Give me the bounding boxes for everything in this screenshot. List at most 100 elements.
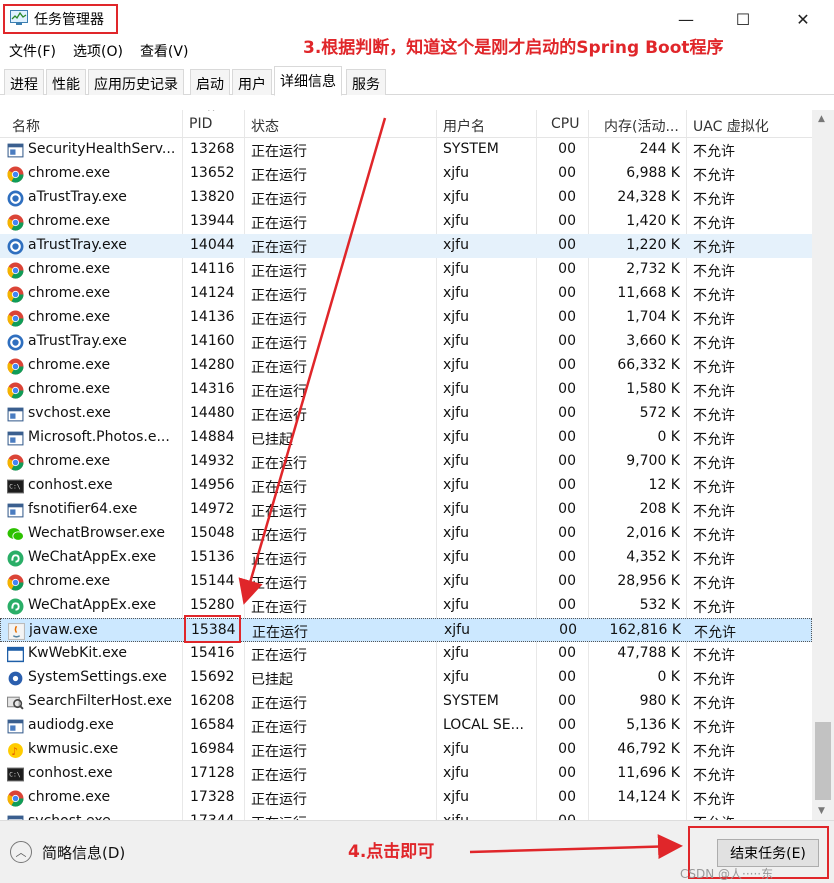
process-name: chrome.exe bbox=[28, 357, 111, 373]
table-row[interactable]: SystemSettings.exe 15692 已挂起 xjfu 00 0 K 不允许 bbox=[0, 666, 812, 690]
scroll-down-icon[interactable]: ▼ bbox=[818, 806, 825, 816]
process-status: 正在运行 bbox=[251, 264, 307, 280]
process-status: 正在运行 bbox=[251, 456, 307, 472]
column-header-uac[interactable]: UAC 虚拟化 bbox=[693, 116, 769, 136]
process-uac: 不允许 bbox=[693, 144, 735, 160]
table-row[interactable]: SearchFilterHost.exe 16208 正在运行 SYSTEM 00 980… bbox=[0, 690, 812, 714]
process-uac: 不允许 bbox=[693, 600, 735, 616]
settings-icon bbox=[7, 670, 24, 687]
column-header-name[interactable]: 名称 bbox=[12, 116, 40, 136]
process-cpu: 00 bbox=[540, 813, 576, 820]
menu-view[interactable]: 查看(V) bbox=[131, 39, 197, 63]
process-cpu: 00 bbox=[558, 693, 576, 709]
chrome-icon bbox=[7, 382, 24, 399]
service-icon bbox=[7, 718, 24, 735]
process-pid: 14884 bbox=[190, 429, 235, 445]
process-user: xjfu bbox=[443, 165, 469, 181]
process-status: 正在运行 bbox=[251, 696, 307, 712]
fewer-details-button[interactable]: ︿ 简略信息(D) bbox=[10, 841, 125, 863]
process-name: aTrustTray.exe bbox=[28, 333, 127, 349]
table-row[interactable]: C:\ conhost.exe 17128 正在运行 xjfu 00 11,696 K 不允许 bbox=[0, 762, 812, 786]
table-row[interactable]: WeChatAppEx.exe 15136 正在运行 xjfu 00 4,352 K 不允许 bbox=[0, 546, 812, 570]
tab-details[interactable]: 详细信息 bbox=[274, 66, 342, 96]
tab-app-history[interactable]: 应用历史记录 bbox=[88, 69, 184, 95]
process-memory: 1,580 K bbox=[626, 381, 680, 397]
table-row[interactable]: chrome.exe 17328 正在运行 xjfu 00 14,124 K 不允许 bbox=[0, 786, 812, 810]
table-row[interactable]: audiodg.exe 16584 正在运行 LOCAL SE... 00 5,136 K… bbox=[0, 714, 812, 738]
process-pid: 17128 bbox=[190, 765, 235, 781]
column-header-user[interactable]: 用户名 bbox=[443, 116, 485, 136]
process-user: xjfu bbox=[443, 669, 469, 685]
table-row[interactable]: fsnotifier64.exe 14972 正在运行 xjfu 00 208 K 不允许 bbox=[0, 498, 812, 522]
process-uac: 不允许 bbox=[693, 480, 735, 496]
maximize-button[interactable]: ☐ bbox=[725, 6, 761, 32]
chrome-icon bbox=[7, 454, 24, 471]
table-row[interactable]: svchost.exe 17344 正在运行 xjfu 00 不允许 bbox=[0, 810, 812, 820]
chrome-icon bbox=[7, 358, 24, 375]
process-status: 正在运行 bbox=[251, 720, 307, 736]
table-row[interactable]: chrome.exe 14932 正在运行 xjfu 00 9,700 K 不允许 bbox=[0, 450, 812, 474]
table-row[interactable]: chrome.exe 13652 正在运行 xjfu 00 6,988 K 不允许 bbox=[0, 162, 812, 186]
table-row[interactable]: WeChatAppEx.exe 15280 正在运行 xjfu 00 532 K 不允许 bbox=[0, 594, 812, 618]
process-status: 正在运行 bbox=[251, 792, 307, 808]
minimize-button[interactable]: — bbox=[668, 6, 704, 32]
process-memory: 572 K bbox=[639, 405, 680, 421]
table-row[interactable]: WechatBrowser.exe 15048 正在运行 xjfu 00 2,016 K 不… bbox=[0, 522, 812, 546]
tab-startup[interactable]: 启动 bbox=[190, 69, 230, 95]
table-row[interactable]: svchost.exe 14480 正在运行 xjfu 00 572 K 不允许 bbox=[0, 402, 812, 426]
scroll-thumb[interactable] bbox=[815, 722, 831, 800]
tab-processes[interactable]: 进程 bbox=[4, 69, 44, 95]
table-row[interactable]: chrome.exe 13944 正在运行 xjfu 00 1,420 K 不允许 bbox=[0, 210, 812, 234]
column-header-pid[interactable]: PID bbox=[189, 116, 212, 132]
menu-options[interactable]: 选项(O) bbox=[64, 39, 131, 63]
fewer-details-label: 简略信息(D) bbox=[42, 843, 126, 862]
menu-file[interactable]: 文件(F) bbox=[0, 39, 64, 63]
process-user: xjfu bbox=[443, 189, 469, 205]
process-cpu: 00 bbox=[558, 573, 576, 589]
table-row[interactable]: chrome.exe 15144 正在运行 xjfu 00 28,956 K 不允许 bbox=[0, 570, 812, 594]
table-row[interactable]: chrome.exe 14280 正在运行 xjfu 00 66,332 K 不允许 bbox=[0, 354, 812, 378]
process-pid: 17328 bbox=[190, 789, 235, 805]
column-header-memory[interactable]: 内存(活动... bbox=[604, 116, 679, 136]
table-row[interactable]: aTrustTray.exe 14160 正在运行 xjfu 00 3,660 K 不允许 bbox=[0, 330, 812, 354]
service-icon bbox=[7, 430, 24, 447]
end-task-button[interactable]: 结束任务(E) bbox=[717, 839, 819, 867]
table-row[interactable]: chrome.exe 14116 正在运行 xjfu 00 2,732 K 不允许 bbox=[0, 258, 812, 282]
process-memory: 208 K bbox=[639, 501, 680, 517]
tab-services[interactable]: 服务 bbox=[346, 69, 386, 95]
table-row[interactable]: javaw.exe 15384 正在运行 xjfu 00 162,816 K 不允许 bbox=[0, 618, 812, 642]
scroll-up-icon[interactable]: ▲ bbox=[818, 114, 825, 124]
vertical-scrollbar[interactable]: ▲ ▼ bbox=[812, 110, 834, 820]
table-row[interactable]: chrome.exe 14136 正在运行 xjfu 00 1,704 K 不允许 bbox=[0, 306, 812, 330]
table-row[interactable]: KwWebKit.exe 15416 正在运行 xjfu 00 47,788 K 不允许 bbox=[0, 642, 812, 666]
tab-users[interactable]: 用户 bbox=[232, 69, 272, 95]
table-row[interactable]: C:\ conhost.exe 14956 正在运行 xjfu 00 12 K 不允许 bbox=[0, 474, 812, 498]
process-uac: 不允许 bbox=[693, 648, 735, 664]
table-row[interactable]: aTrustTray.exe 14044 正在运行 xjfu 00 1,220 K 不允许 bbox=[0, 234, 812, 258]
process-memory: 14,124 K bbox=[617, 789, 680, 805]
process-cpu: 00 bbox=[558, 549, 576, 565]
process-uac: 不允许 bbox=[693, 216, 735, 232]
process-cpu: 00 bbox=[558, 477, 576, 493]
process-memory: 980 K bbox=[639, 693, 680, 709]
table-row[interactable]: aTrustTray.exe 13820 正在运行 xjfu 00 24,328 K 不允许 bbox=[0, 186, 812, 210]
process-cpu: 00 bbox=[558, 333, 576, 349]
tab-performance[interactable]: 性能 bbox=[46, 69, 86, 95]
process-memory: 3,660 K bbox=[626, 333, 680, 349]
process-uac: 不允许 bbox=[693, 432, 735, 448]
column-header-cpu[interactable]: CPU bbox=[551, 116, 579, 132]
table-row[interactable]: chrome.exe 14124 正在运行 xjfu 00 11,668 K 不允许 bbox=[0, 282, 812, 306]
table-row[interactable]: ♪ kwmusic.exe 16984 正在运行 xjfu 00 46,792 K 不允许 bbox=[0, 738, 812, 762]
console-icon: C:\ bbox=[7, 478, 24, 495]
table-row[interactable]: SecurityHealthServ... 13268 正在运行 SYSTEM 00 24… bbox=[0, 138, 812, 162]
process-user: xjfu bbox=[443, 333, 469, 349]
process-cpu: 00 bbox=[558, 405, 576, 421]
process-user: xjfu bbox=[443, 789, 469, 805]
table-row[interactable]: Microsoft.Photos.e... 14884 已挂起 xjfu 00 0 K 不允… bbox=[0, 426, 812, 450]
process-status: 正在运行 bbox=[251, 744, 307, 760]
process-uac: 不允许 bbox=[693, 456, 735, 472]
table-row[interactable]: chrome.exe 14316 正在运行 xjfu 00 1,580 K 不允许 bbox=[0, 378, 812, 402]
close-button[interactable]: ✕ bbox=[785, 6, 821, 32]
process-memory: 47,788 K bbox=[617, 645, 680, 661]
column-header-status[interactable]: 状态 bbox=[251, 116, 279, 136]
